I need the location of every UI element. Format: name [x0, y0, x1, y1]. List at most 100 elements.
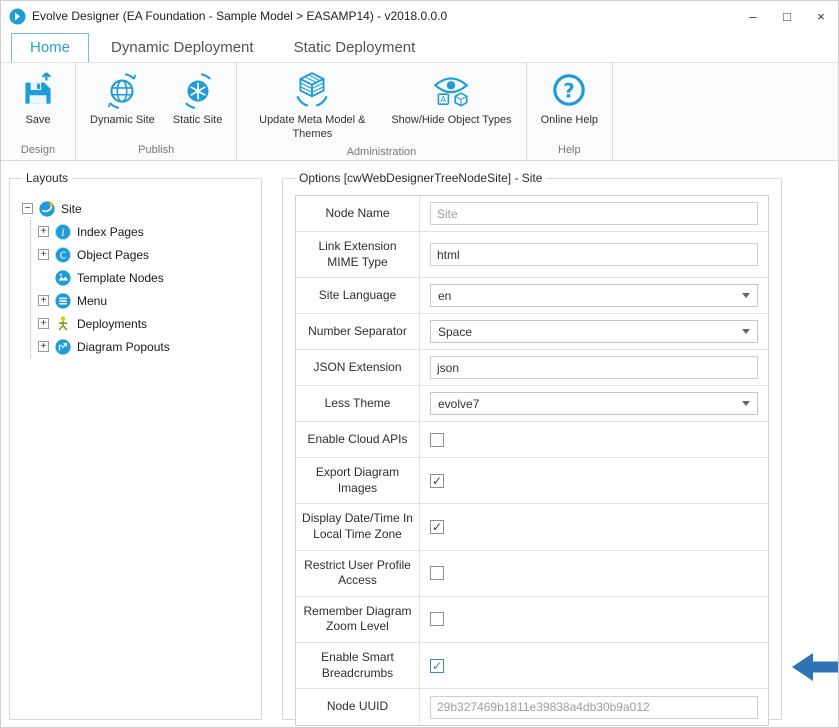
ribbon-group-name: Administration	[243, 144, 519, 162]
field-row-restrict-user-profile-access: Restrict User Profile Access	[296, 551, 768, 597]
tree-item-label: Object Pages	[77, 248, 149, 262]
tree-item-index-pages[interactable]: + i Index Pages	[38, 220, 249, 243]
online-help-button[interactable]: ? Online Help	[533, 66, 606, 130]
tree-item-label: Template Nodes	[77, 271, 164, 285]
field-row-enable-smart-breadcrumbs: Enable Smart Breadcrumbs	[296, 643, 768, 689]
object-pages-icon: C	[54, 246, 72, 264]
export-diagram-images-checkbox[interactable]	[430, 474, 444, 488]
ribbon-button-label: Online Help	[541, 114, 598, 128]
remember-diagram-zoom-level-checkbox[interactable]	[430, 612, 444, 626]
meta-model-icon	[291, 69, 333, 111]
field-row-site-language: Site Language en	[296, 278, 768, 314]
layouts-panel: Layouts − Site + i Index Pages + C Object Page…	[9, 171, 262, 720]
expand-toggle-icon[interactable]: +	[38, 295, 49, 306]
selected-value: Space	[438, 325, 472, 339]
json-extension-input[interactable]	[430, 356, 758, 379]
svg-text:i: i	[61, 226, 64, 238]
chevron-down-icon	[742, 329, 750, 334]
field-label: JSON Extension	[296, 350, 420, 385]
annotation-arrow	[792, 651, 838, 683]
chevron-down-icon	[742, 401, 750, 406]
ribbon-button-label: Save	[25, 114, 50, 128]
tree-item-label: Site	[61, 202, 82, 216]
field-label: Number Separator	[296, 314, 420, 349]
tree-item-menu[interactable]: + Menu	[38, 289, 249, 312]
app-window: Evolve Designer (EA Foundation - Sample …	[0, 0, 839, 728]
close-button[interactable]: ×	[804, 1, 838, 31]
field-row-number-separator: Number Separator Space	[296, 314, 768, 350]
field-label: Less Theme	[296, 386, 420, 421]
diagram-popouts-icon	[54, 338, 72, 356]
tree-item-diagram-popouts[interactable]: +Diagram Popouts	[38, 335, 249, 358]
tree-item-site[interactable]: − Site	[22, 197, 249, 220]
expand-toggle-icon[interactable]: +	[38, 341, 49, 352]
tree-item-label: Deployments	[77, 317, 147, 331]
dynamic-site-button[interactable]: Dynamic Site	[82, 66, 163, 130]
expand-toggle-icon[interactable]: +	[38, 226, 49, 237]
ribbon: Save Design Dynamic SiteStatic SitePublish…	[1, 62, 838, 161]
maximize-button[interactable]: □	[770, 1, 804, 31]
options-panel: Options [cwWebDesignerTreeNodeSite] - Si…	[282, 171, 782, 720]
arrow-left-shape	[792, 653, 838, 681]
field-row-node-uuid: Node UUID	[296, 689, 768, 725]
save-icon	[17, 69, 59, 111]
expand-toggle-icon[interactable]: +	[38, 249, 49, 260]
show-hide-object-types-button[interactable]: AShow/Hide Object Types	[383, 66, 519, 130]
index-pages-icon: i	[54, 223, 72, 241]
number-separator-select[interactable]: Space	[430, 320, 758, 343]
field-row-export-diagram-images: Export Diagram Images	[296, 458, 768, 504]
ribbon-group-help: ?Online HelpHelp	[527, 63, 613, 160]
site-language-select[interactable]: en	[430, 284, 758, 307]
tab-home[interactable]: Home	[11, 33, 89, 62]
field-label: Node Name	[296, 196, 420, 231]
tab-dynamic-deployment[interactable]: Dynamic Deployment	[93, 34, 272, 62]
display-date-time-in-local-time-zone-checkbox[interactable]	[430, 520, 444, 534]
window-controls: –□×	[736, 1, 838, 31]
field-label: Node UUID	[296, 689, 420, 725]
tree-root-container: − Site	[22, 197, 249, 220]
layouts-panel-title: Layouts	[22, 171, 72, 185]
app-logo-icon	[9, 8, 26, 25]
window-title: Evolve Designer (EA Foundation - Sample …	[32, 9, 447, 23]
minimize-button[interactable]: –	[736, 1, 770, 31]
ribbon-button-label: Show/Hide Object Types	[391, 114, 511, 128]
field-row-display-date-time-in-local-time-zone: Display Date/Time In Local Time Zone	[296, 504, 768, 550]
options-panel-title: Options [cwWebDesignerTreeNodeSite] - Si…	[295, 171, 546, 185]
selected-value: en	[438, 289, 451, 303]
ribbon-group-administration: Update Meta Model & ThemesAShow/Hide Obj…	[237, 63, 526, 160]
enable-cloud-apis-checkbox[interactable]	[430, 433, 444, 447]
node-uuid-input	[430, 696, 758, 719]
svg-text:?: ?	[564, 78, 576, 102]
save-button[interactable]: Save	[7, 66, 69, 130]
static-site-button[interactable]: Static Site	[165, 66, 231, 130]
enable-smart-breadcrumbs-checkbox[interactable]	[430, 659, 444, 673]
field-row-json-extension: JSON Extension	[296, 350, 768, 386]
field-label: Site Language	[296, 278, 420, 313]
menu-icon	[54, 292, 72, 310]
ribbon-group-name: Design	[7, 142, 69, 160]
tree-item-deployments[interactable]: + Deployments	[38, 312, 249, 335]
selected-value: evolve7	[438, 397, 479, 411]
ribbon-group-publish: Dynamic SiteStatic SitePublish	[76, 63, 237, 160]
tree-item-label: Index Pages	[77, 225, 144, 239]
tree-item-template-nodes[interactable]: Template Nodes	[38, 266, 249, 289]
less-theme-select[interactable]: evolve7	[430, 392, 758, 415]
dynamic-site-icon	[101, 69, 143, 111]
update-meta-model-themes-button[interactable]: Update Meta Model & Themes	[243, 66, 381, 144]
tree-item-object-pages[interactable]: + C Object Pages	[38, 243, 249, 266]
options-form: Node NameLink Extension MIME TypeSite La…	[295, 195, 769, 726]
link-extension-mime-type-input[interactable]	[430, 243, 758, 266]
tab-static-deployment[interactable]: Static Deployment	[276, 34, 434, 62]
field-label: Display Date/Time In Local Time Zone	[296, 504, 420, 549]
tree-item-label: Menu	[77, 294, 107, 308]
template-nodes-icon	[54, 269, 72, 287]
field-label: Restrict User Profile Access	[296, 551, 420, 596]
field-row-link-extension-mime-type: Link Extension MIME Type	[296, 232, 768, 278]
expand-toggle-icon[interactable]: +	[38, 318, 49, 329]
chevron-down-icon	[742, 293, 750, 298]
field-label: Link Extension MIME Type	[296, 232, 420, 277]
collapse-toggle-icon[interactable]: −	[22, 203, 33, 214]
restrict-user-profile-access-checkbox[interactable]	[430, 566, 444, 580]
layouts-tree: − Site + i Index Pages + C Object Pages Templat…	[22, 195, 249, 358]
field-row-enable-cloud-apis: Enable Cloud APIs	[296, 422, 768, 458]
